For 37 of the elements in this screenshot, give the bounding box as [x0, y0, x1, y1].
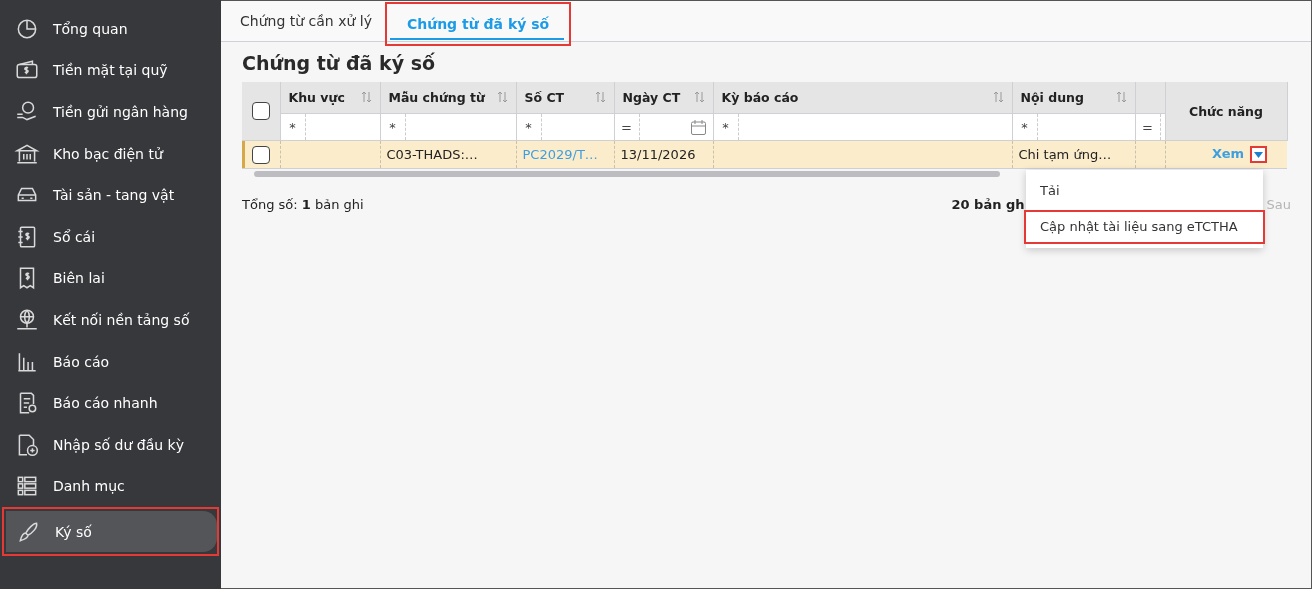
calendar-icon[interactable]	[689, 118, 707, 136]
sidebar-item[interactable]: Tiền gửi ngân hàng	[4, 91, 217, 133]
sidebar-item[interactable]: Tiền mặt tại quỹ	[4, 49, 217, 92]
row-checkbox[interactable]	[251, 145, 270, 164]
page-size[interactable]: 20 bản gh	[951, 197, 1025, 212]
sidebar-item[interactable]: Nhập số dư đầu kỳ	[4, 423, 217, 466]
sort-icon[interactable]	[693, 91, 705, 103]
tab[interactable]: Chứng từ cần xử lý	[227, 1, 385, 41]
sort-icon[interactable]	[496, 91, 508, 103]
table-cell: C03-THADS:…	[386, 147, 478, 162]
sidebar-item[interactable]: Báo cáo	[4, 340, 217, 383]
column-header: Chức năng	[1189, 103, 1263, 119]
page-title: Chứng từ đã ký số	[242, 52, 436, 74]
sort-icon[interactable]	[594, 91, 606, 103]
table-cell: 13/11/2026	[620, 147, 696, 162]
caret-icon	[1254, 151, 1263, 158]
sort-icon[interactable]	[992, 91, 1004, 103]
sidebar-item[interactable]: Biên lai	[4, 257, 217, 300]
record-count: Tổng số: 1 bản ghi	[242, 197, 364, 212]
sidebar-item[interactable]: Danh mục	[4, 465, 217, 508]
sidebar-item[interactable]: Kho bạc điện tử	[4, 132, 217, 175]
menu-item[interactable]: Tải	[1024, 174, 1265, 208]
sidebar-item[interactable]: Ký số	[6, 511, 217, 553]
column-header[interactable]: Kỳ báo cáo	[721, 90, 799, 105]
sidebar-item[interactable]: Tài sản - tang vật	[4, 174, 217, 216]
sidebar-item[interactable]: Báo cáo nhanh	[4, 382, 217, 424]
table-row[interactable]: C03-THADS:… PC2029/T… 13/11/2026 Chi tạm ứng… Xem	[242, 140, 1287, 169]
sidebar-item[interactable]: Tổng quan	[4, 8, 217, 50]
select-all-checkbox[interactable]	[251, 102, 270, 120]
column-header[interactable]: Số CT	[524, 90, 565, 105]
dropdown-button[interactable]	[1250, 146, 1267, 163]
sidebar-item[interactable]: Sổ cái	[4, 215, 217, 258]
sort-icon[interactable]	[1115, 91, 1127, 103]
table-cell: Chi tạm ứng…	[1018, 147, 1112, 162]
sort-icon[interactable]	[360, 91, 372, 103]
sidebar-item[interactable]: Kết nối nền tảng số	[4, 299, 217, 341]
menu-item[interactable]: Cập nhật tài liệu sang eTCTHA	[1024, 210, 1265, 244]
